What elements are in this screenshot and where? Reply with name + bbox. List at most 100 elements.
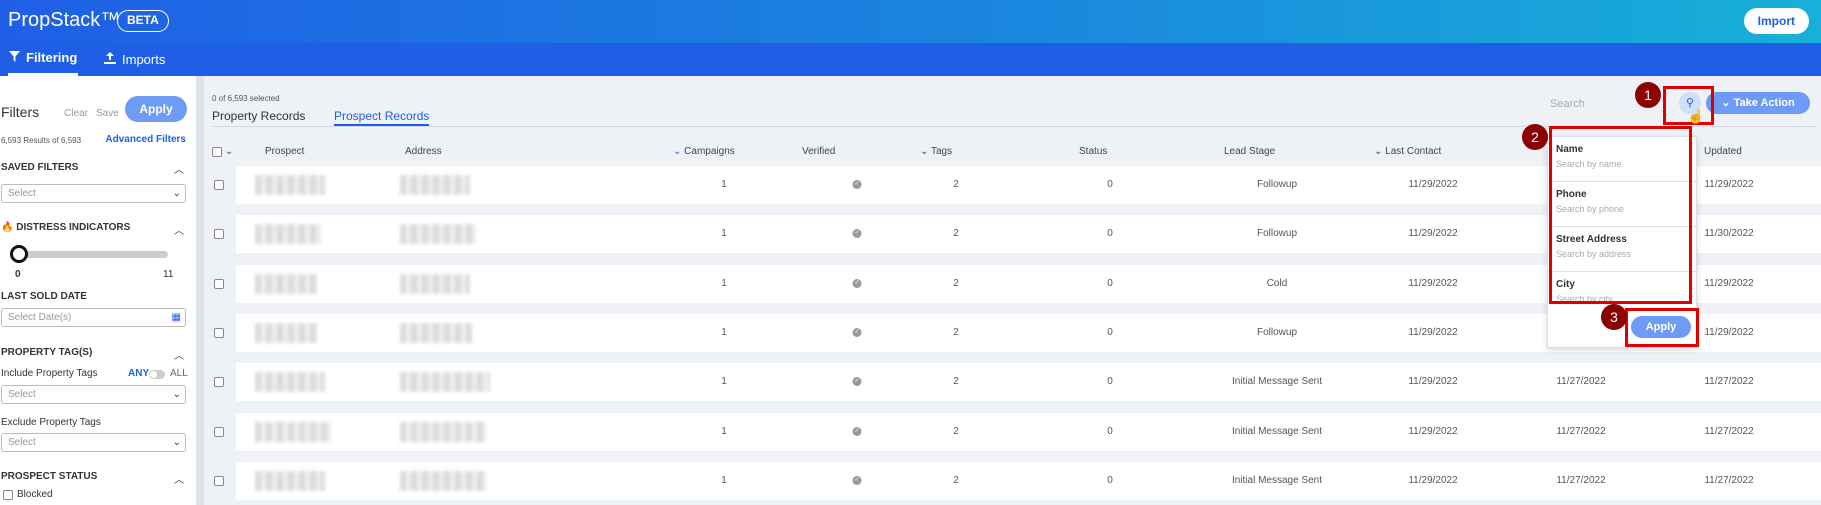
- any-option[interactable]: ANY: [128, 368, 149, 379]
- search-input[interactable]: Search: [1550, 98, 1585, 110]
- sort-chevron-icon: ⌄: [1374, 146, 1383, 157]
- address-redacted: [400, 323, 472, 343]
- prospect-name-redacted: [255, 422, 331, 442]
- cell-tags: 2: [953, 426, 959, 437]
- column-verified[interactable]: Verified: [802, 146, 835, 157]
- sidebar-divider: [196, 76, 204, 505]
- chevron-up-icon[interactable]: ︿: [174, 347, 184, 362]
- clear-filters-button[interactable]: Clear: [64, 108, 88, 119]
- tab-imports[interactable]: Imports: [104, 43, 165, 76]
- cell-lead-stage: Followup: [1256, 179, 1298, 190]
- column-tags[interactable]: ⌄ Tags: [920, 146, 952, 157]
- distress-min: 0: [15, 269, 21, 280]
- distress-indicators-label: DISTRESS INDICATORS: [16, 222, 131, 233]
- apply-filters-button[interactable]: Apply: [125, 96, 187, 122]
- prospect-name-redacted: [255, 323, 317, 343]
- column-last-contact-label: Last Contact: [1385, 146, 1442, 157]
- distress-slider-handle[interactable]: [10, 245, 28, 263]
- filters-title: Filters: [1, 104, 40, 120]
- row-checkbox[interactable]: [214, 377, 224, 387]
- chevron-up-icon[interactable]: ︿: [174, 222, 184, 237]
- cell-campaigns: 1: [721, 426, 727, 437]
- column-updated[interactable]: Updated: [1704, 146, 1742, 157]
- chevron-up-icon[interactable]: ︿: [174, 161, 184, 176]
- chevron-down-icon: ⌄: [172, 437, 181, 448]
- all-option[interactable]: ALL: [170, 368, 188, 379]
- verified-check-icon: ✓: [852, 180, 862, 189]
- highlight-apply-button: [1625, 308, 1699, 347]
- cell-lead-stage: Followup: [1256, 228, 1298, 239]
- row-checkbox[interactable]: [214, 180, 224, 190]
- calendar-icon: ▦: [171, 312, 181, 323]
- cell-status: 0: [1107, 475, 1113, 486]
- address-redacted: [400, 372, 490, 392]
- column-lead-stage[interactable]: Lead Stage: [1224, 146, 1275, 157]
- cell-status: 0: [1107, 376, 1113, 387]
- distress-max: 11: [163, 269, 174, 280]
- take-action-button[interactable]: ⌄ Take Action: [1706, 92, 1810, 114]
- cell-tags: 2: [953, 376, 959, 387]
- saved-filters-heading: SAVED FILTERS: [1, 162, 79, 173]
- chevron-up-icon[interactable]: ︿: [174, 471, 184, 486]
- tab-filtering-label: Filtering: [26, 50, 78, 65]
- last-sold-date-placeholder: Select Date(s): [8, 312, 72, 323]
- any-all-toggle[interactable]: [149, 370, 165, 379]
- row-checkbox[interactable]: [214, 279, 224, 289]
- row-checkbox[interactable]: [214, 476, 224, 486]
- row-checkbox[interactable]: [214, 229, 224, 239]
- verified-check-icon: ✓: [852, 427, 862, 436]
- cell-last-contact: 11/29/2022: [1408, 179, 1458, 190]
- cell-col8: 11/27/2022: [1556, 426, 1606, 437]
- chevron-down-icon: ⌄: [172, 188, 181, 199]
- import-button[interactable]: Import: [1743, 8, 1809, 34]
- tab-filtering[interactable]: Filtering: [8, 43, 78, 76]
- cell-last-contact: 11/29/2022: [1408, 475, 1458, 486]
- column-tags-label: Tags: [931, 146, 953, 157]
- cell-tags: 2: [953, 179, 959, 190]
- brand-title: PropStack™: [8, 9, 121, 31]
- cell-last-contact: 11/29/2022: [1408, 228, 1458, 239]
- prospect-name-redacted: [255, 274, 317, 294]
- exclude-tags-select[interactable]: Select ⌄: [1, 433, 186, 452]
- blocked-checkbox[interactable]: [3, 490, 13, 500]
- include-tags-select[interactable]: Select ⌄: [1, 385, 186, 404]
- address-redacted: [400, 471, 486, 491]
- filters-sidebar: Filters Clear Save Apply 6,593 Results o…: [0, 76, 196, 505]
- address-redacted: [400, 175, 470, 195]
- cell-campaigns: 1: [721, 376, 727, 387]
- tab-property-records[interactable]: Property Records: [212, 109, 305, 123]
- select-all-checkbox[interactable]: [212, 147, 222, 157]
- last-sold-date-input[interactable]: Select Date(s) ▦: [1, 308, 186, 327]
- cell-tags: 2: [953, 475, 959, 486]
- cell-status: 0: [1107, 426, 1113, 437]
- table-row[interactable]: ✓ 1 2 0 Initial Message Sent 11/29/2022 11/27/…: [214, 413, 1821, 451]
- cell-updated: 11/29/2022: [1704, 179, 1754, 190]
- flame-icon: 🔥: [1, 222, 14, 233]
- tab-prospect-records[interactable]: Prospect Records: [334, 109, 430, 126]
- chevron-down-icon: ⌄: [172, 389, 181, 400]
- column-address[interactable]: Address: [405, 146, 442, 157]
- column-prospect[interactable]: Prospect: [265, 146, 304, 157]
- column-campaigns[interactable]: ⌄ Campaigns: [673, 146, 735, 157]
- prospect-status-heading: PROSPECT STATUS: [1, 471, 98, 482]
- column-status[interactable]: Status: [1079, 146, 1107, 157]
- advanced-filters-link[interactable]: Advanced Filters: [105, 134, 186, 145]
- last-sold-date-heading: LAST SOLD DATE: [1, 291, 87, 302]
- table-row[interactable]: ✓ 1 2 0 Initial Message Sent 11/29/2022 11/27/…: [214, 363, 1821, 401]
- cell-status: 0: [1107, 327, 1113, 338]
- distress-slider-track[interactable]: [14, 251, 168, 258]
- tab-imports-label: Imports: [122, 51, 166, 67]
- row-checkbox[interactable]: [214, 328, 224, 338]
- row-checkbox[interactable]: [214, 427, 224, 437]
- column-last-contact[interactable]: ⌄ Last Contact: [1374, 146, 1441, 157]
- prospect-name-redacted: [255, 175, 325, 195]
- exclude-tags-placeholder: Select: [8, 437, 36, 448]
- distress-indicators-heading: 🔥 DISTRESS INDICATORS: [1, 222, 130, 233]
- save-filters-button[interactable]: Save: [96, 108, 119, 119]
- verified-check-icon: ✓: [852, 328, 862, 337]
- cell-updated: 11/27/2022: [1704, 426, 1754, 437]
- sort-chevron-icon: ⌄: [673, 146, 682, 157]
- table-row[interactable]: ✓ 1 2 0 Initial Message Sent 11/29/2022 11/27/…: [214, 462, 1821, 500]
- saved-filters-select[interactable]: Select ⌄: [1, 184, 186, 203]
- select-menu-chevron-icon[interactable]: ⌄: [225, 146, 233, 157]
